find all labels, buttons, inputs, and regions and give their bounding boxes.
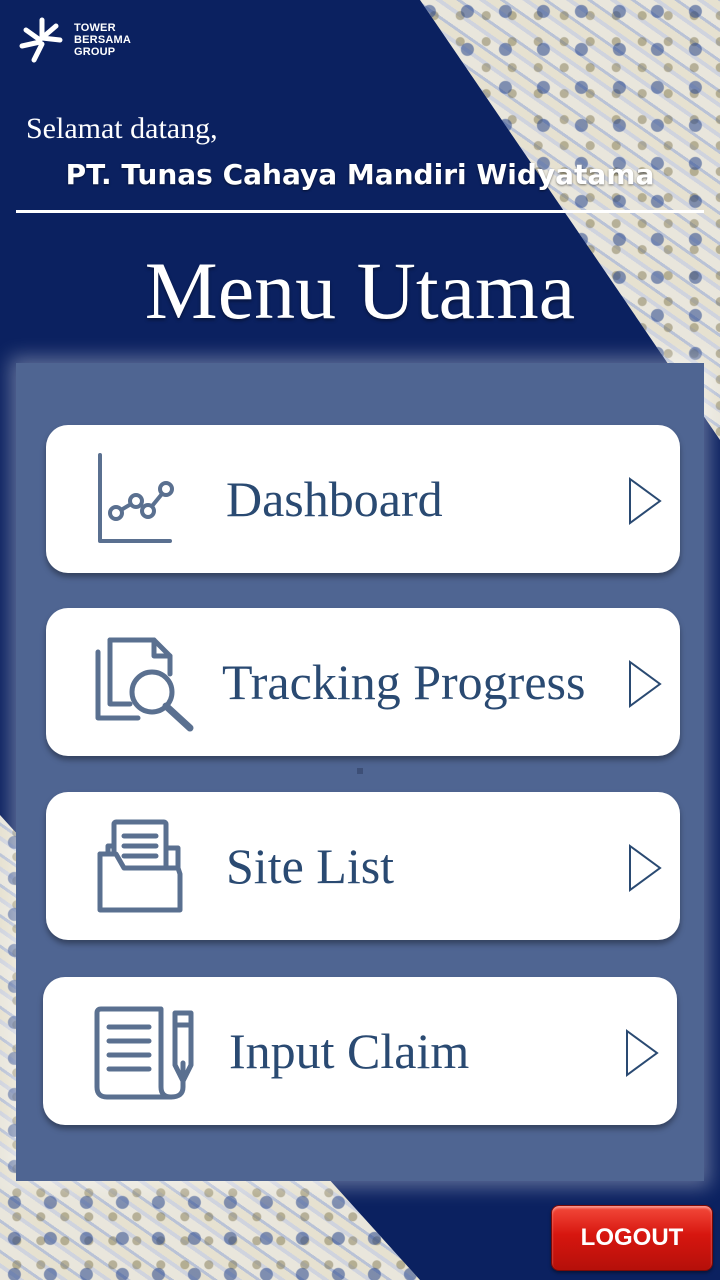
menu-item-dashboard[interactable]: Dashboard: [46, 425, 680, 573]
welcome-text: Selamat datang,: [26, 112, 218, 145]
document-pencil-icon: [94, 1006, 194, 1100]
menu-item-label: Dashboard: [226, 471, 443, 527]
logo-line-1: TOWER: [74, 22, 116, 34]
menu-item-label: Tracking Progress: [222, 654, 586, 710]
page-title: Menu Utama: [144, 245, 576, 336]
line-chart-icon: [98, 453, 174, 543]
logo-line-3: GROUP: [74, 46, 116, 58]
chevron-right-icon: [626, 1029, 659, 1077]
menu-item-tracking-progress[interactable]: Tracking Progress: [46, 608, 680, 756]
menu-item-input-claim[interactable]: Input Claim: [43, 977, 677, 1125]
folder-documents-icon: [97, 819, 183, 913]
company-name: PT. Tunas Cahaya Mandiri Widyatama: [65, 158, 655, 191]
company-logo: TOWER BERSAMA GROUP: [16, 14, 164, 66]
sunburst-logo-icon: [19, 17, 63, 63]
chevron-right-icon: [629, 477, 662, 525]
header-divider: [16, 210, 704, 213]
logout-button[interactable]: LOGOUT: [551, 1205, 713, 1271]
logo-text: TOWER BERSAMA GROUP: [74, 22, 164, 58]
menu-item-label: Site List: [226, 838, 395, 894]
chevron-right-icon: [629, 660, 662, 708]
menu-item-label: Input Claim: [229, 1023, 470, 1079]
document-search-icon: [95, 637, 194, 732]
logo-line-2: BERSAMA: [74, 34, 132, 46]
chevron-right-icon: [629, 844, 662, 892]
panel-dot: [357, 768, 363, 774]
menu-item-site-list[interactable]: Site List: [46, 792, 680, 940]
